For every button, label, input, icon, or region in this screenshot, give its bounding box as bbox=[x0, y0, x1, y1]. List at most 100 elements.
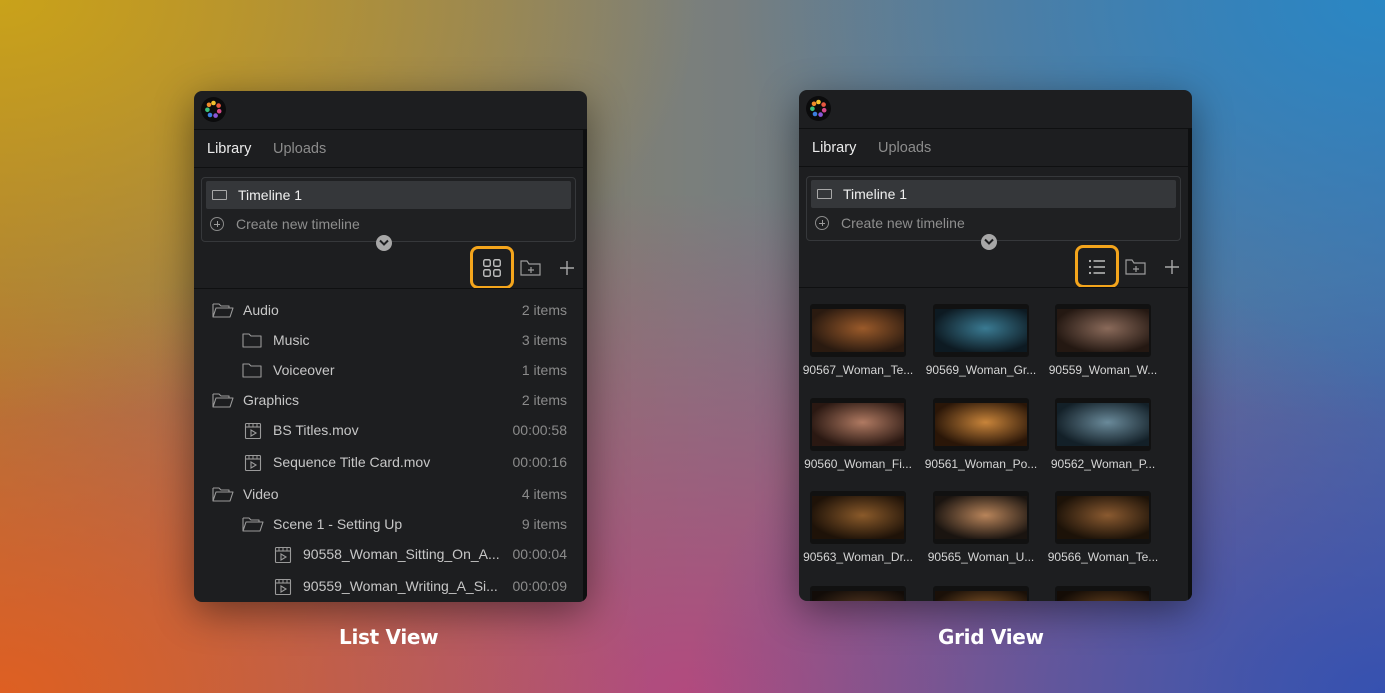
create-timeline-label: Create new timeline bbox=[236, 216, 360, 232]
grid-view-panel: Library Uploads Timeline 1 Create new ti… bbox=[799, 90, 1192, 601]
add-circle-icon bbox=[210, 217, 224, 231]
tab-bar: Library Uploads bbox=[194, 130, 583, 168]
scrollbar[interactable] bbox=[583, 129, 587, 602]
folder-row[interactable]: Scene 1 - Setting Up 9 items bbox=[194, 514, 583, 536]
tab-library[interactable]: Library bbox=[207, 141, 251, 157]
timeline-selector: Timeline 1 Create new timeline bbox=[201, 177, 576, 242]
timeline-item[interactable]: Timeline 1 bbox=[206, 181, 571, 209]
clip-thumbnail bbox=[933, 304, 1029, 357]
folder-open-icon bbox=[212, 392, 234, 412]
item-duration: 00:00:04 bbox=[512, 546, 568, 562]
item-count: 2 items bbox=[521, 392, 567, 408]
create-timeline-label: Create new timeline bbox=[841, 215, 965, 231]
clip-thumbnail bbox=[810, 398, 906, 451]
clip-thumbnail bbox=[933, 586, 1029, 601]
grid-view-toggle-button[interactable] bbox=[470, 246, 514, 289]
collapse-timeline-button[interactable] bbox=[376, 235, 392, 251]
item-name: BS Titles.mov bbox=[273, 422, 359, 438]
plus-icon bbox=[560, 261, 574, 275]
item-count: 4 items bbox=[521, 486, 567, 502]
folder-icon bbox=[242, 362, 264, 382]
folder-add-icon bbox=[1125, 259, 1146, 275]
clip-thumbnail bbox=[810, 586, 906, 601]
media-file-row[interactable]: 90558_Woman_Sitting_On_A... 00:00:04 bbox=[194, 544, 583, 566]
video-file-icon bbox=[274, 578, 292, 599]
folder-icon bbox=[242, 332, 264, 352]
item-name: Music bbox=[273, 332, 310, 348]
list-view-toggle-button[interactable] bbox=[1075, 245, 1119, 288]
chevron-down-icon bbox=[379, 239, 389, 246]
tab-uploads[interactable]: Uploads bbox=[878, 140, 931, 156]
clip-thumbnail bbox=[810, 304, 906, 357]
add-media-button[interactable] bbox=[558, 259, 576, 282]
tab-uploads[interactable]: Uploads bbox=[273, 141, 326, 157]
clip-thumbnail bbox=[1055, 304, 1151, 357]
folder-row[interactable]: Graphics 2 items bbox=[194, 390, 583, 412]
item-count: 2 items bbox=[521, 302, 567, 318]
toolbar-divider bbox=[799, 287, 1188, 288]
folder-row[interactable]: Voiceover 1 items bbox=[194, 360, 583, 382]
folder-row[interactable]: Music 3 items bbox=[194, 330, 583, 352]
media-file-row[interactable]: 90559_Woman_Writing_A_Si... 00:00:09 bbox=[194, 576, 583, 598]
item-name: Sequence Title Card.mov bbox=[273, 454, 431, 470]
list-view-panel: Library Uploads Timeline 1 Create new ti… bbox=[194, 91, 587, 602]
clip-thumbnail bbox=[1055, 491, 1151, 544]
clip-name: 90559_Woman_W... bbox=[1048, 363, 1158, 377]
folder-row[interactable]: Video 4 items bbox=[194, 484, 583, 506]
collapse-timeline-button[interactable] bbox=[981, 234, 997, 250]
scrollbar[interactable] bbox=[1188, 128, 1192, 601]
clip-name: 90560_Woman_Fi... bbox=[804, 457, 912, 471]
timeline-name: Timeline 1 bbox=[843, 186, 908, 202]
clip-name: 90567_Woman_Te... bbox=[802, 363, 914, 377]
chevron-down-icon bbox=[984, 238, 994, 245]
tab-bar: Library Uploads bbox=[799, 129, 1188, 167]
clip-name: 90566_Woman_Te... bbox=[1047, 550, 1159, 564]
clip-thumbnail bbox=[810, 491, 906, 544]
new-folder-button[interactable] bbox=[520, 259, 542, 282]
media-file-row[interactable]: Sequence Title Card.mov 00:00:16 bbox=[194, 452, 583, 474]
video-file-icon bbox=[244, 454, 262, 475]
timeline-selector: Timeline 1 Create new timeline bbox=[806, 176, 1181, 241]
grid-view-caption: Grid View bbox=[938, 625, 1044, 649]
folder-open-icon bbox=[212, 302, 234, 322]
timeline-name: Timeline 1 bbox=[238, 187, 303, 203]
list-view-caption: List View bbox=[339, 625, 439, 649]
clip-name: 90562_Woman_P... bbox=[1050, 457, 1156, 471]
item-name: Audio bbox=[243, 302, 279, 318]
grid-view-icon bbox=[483, 259, 501, 277]
timeline-item[interactable]: Timeline 1 bbox=[811, 180, 1176, 208]
clip-thumbnail bbox=[933, 491, 1029, 544]
timeline-icon bbox=[817, 189, 832, 199]
clip-name: 90569_Woman_Gr... bbox=[925, 363, 1037, 377]
clip-thumbnail bbox=[933, 398, 1029, 451]
item-name: Scene 1 - Setting Up bbox=[273, 516, 403, 532]
clip-thumbnail bbox=[1055, 398, 1151, 451]
item-count: 9 items bbox=[521, 516, 567, 532]
folder-add-icon bbox=[520, 260, 541, 276]
item-count: 3 items bbox=[521, 332, 567, 348]
video-file-icon bbox=[244, 422, 262, 443]
add-media-button[interactable] bbox=[1163, 258, 1181, 281]
clip-name: 90563_Woman_Dr... bbox=[803, 550, 913, 564]
item-name: 90558_Woman_Sitting_On_A... bbox=[303, 546, 500, 562]
create-timeline-button[interactable]: Create new timeline bbox=[811, 213, 1171, 235]
media-file-row[interactable]: BS Titles.mov 00:00:58 bbox=[194, 420, 583, 442]
item-name: Video bbox=[243, 486, 279, 502]
title-bar bbox=[799, 90, 1188, 129]
tab-library[interactable]: Library bbox=[812, 140, 856, 156]
app-logo-icon bbox=[806, 96, 831, 121]
item-duration: 00:00:58 bbox=[512, 422, 568, 438]
item-count: 1 items bbox=[521, 362, 567, 378]
clip-name: 90561_Woman_Po... bbox=[924, 457, 1038, 471]
clip-name: 90565_Woman_U... bbox=[927, 550, 1035, 564]
create-timeline-button[interactable]: Create new timeline bbox=[206, 214, 566, 236]
item-duration: 00:00:09 bbox=[512, 578, 568, 594]
folder-open-icon bbox=[212, 486, 234, 506]
video-file-icon bbox=[274, 546, 292, 567]
plus-icon bbox=[1165, 260, 1179, 274]
new-folder-button[interactable] bbox=[1125, 258, 1147, 281]
folder-row[interactable]: Audio 2 items bbox=[194, 300, 583, 322]
folder-open-icon bbox=[242, 516, 264, 536]
item-name: 90559_Woman_Writing_A_Si... bbox=[303, 578, 498, 594]
item-name: Graphics bbox=[243, 392, 300, 408]
